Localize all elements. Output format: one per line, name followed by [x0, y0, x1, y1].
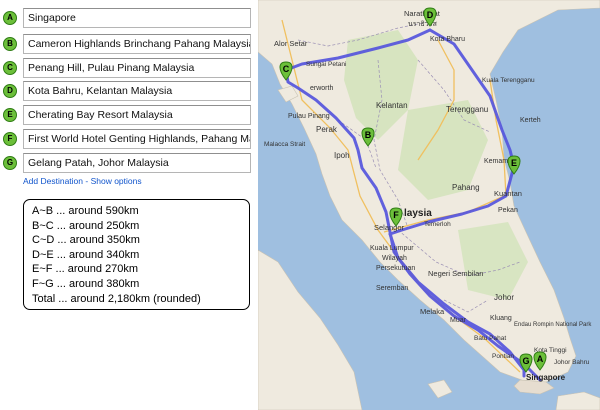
label-pekan: Pekan — [498, 207, 518, 214]
destination-marker-icon: F — [3, 132, 17, 146]
label-terengganu: Terengganu — [446, 105, 488, 114]
marker-b-letter: B — [365, 130, 372, 140]
label-kuantan: Kuantan — [494, 189, 522, 198]
destination-marker-icon: G — [3, 156, 17, 170]
destination-row: G Gelang Patah, Johor Malaysia — [3, 153, 253, 173]
label-ipoh: Ipoh — [334, 151, 350, 160]
distance-summary-box: A~B ... around 590km B~C ... around 250k… — [23, 199, 250, 310]
summary-line-a-b: A~B ... around 590km — [32, 205, 139, 217]
summary-line-e-f: E~F ... around 270km — [32, 263, 139, 276]
label-melaka: Melaka — [420, 307, 445, 316]
marker-g-letter: G — [522, 356, 529, 366]
add-destination-link[interactable]: Add Destination — [23, 176, 83, 186]
summary-line-b-c: B~C ... around 250km — [32, 219, 140, 232]
label-butterworth: erworth — [310, 85, 333, 92]
label-kota-bharu: Kota Bharu — [430, 36, 465, 43]
destination-row: D Kota Bahru, Kelantan Malaysia — [3, 81, 253, 101]
marker-f-letter: F — [393, 210, 399, 220]
summary-line-total: Total ... around 2,180km (rounded) — [32, 292, 201, 305]
destination-row: F First World Hotel Genting Highlands, Pa… — [3, 129, 253, 149]
destination-row: C Penang Hill, Pulau Pinang Malaysia — [3, 58, 253, 78]
label-johor: Johor — [494, 293, 514, 302]
links-separator: - — [83, 176, 91, 186]
label-pontian: Pontian — [492, 353, 514, 360]
label-johor-bahru: Johor Bahru — [554, 359, 590, 366]
marker-c-letter: C — [283, 64, 290, 74]
destination-marker-icon: D — [3, 84, 17, 98]
destination-input[interactable]: First World Hotel Genting Highlands, Pah… — [23, 129, 251, 149]
destination-row: A Singapore — [3, 8, 253, 28]
destination-marker-icon: E — [3, 108, 17, 122]
label-perak: Perak — [316, 125, 338, 134]
label-malacca-strait: Malacca Strait — [264, 141, 305, 148]
route-map[interactable]: Narathiwat นราธิวาส Kota Bharu Alor Seta… — [258, 0, 600, 410]
destination-marker-icon: B — [3, 37, 17, 51]
label-pulau-pinang: Pulau Pinang — [288, 113, 330, 120]
destination-input[interactable]: Kota Bahru, Kelantan Malaysia — [23, 81, 251, 101]
marker-e-letter: E — [511, 158, 517, 168]
destination-input[interactable]: Gelang Patah, Johor Malaysia — [23, 153, 251, 173]
summary-line-f-g: F~G ... around 380km — [32, 277, 140, 290]
summary-line-d-e: D~E ... around 340km — [32, 248, 140, 261]
destination-row: E Cherating Bay Resort Malaysia — [3, 105, 253, 125]
label-pahang: Pahang — [452, 183, 480, 192]
label-negeri-sembilan: Negeri Sembilan — [428, 269, 483, 278]
label-seremban: Seremban — [376, 285, 408, 292]
label-muar: Muar — [450, 317, 467, 324]
label-singapore: Singapore — [526, 373, 566, 382]
destination-row: B Cameron Highlands Brinchang Pahang Mala… — [3, 34, 253, 54]
marker-d-letter: D — [427, 10, 434, 20]
summary-line-c-d: C~D ... around 350km — [32, 234, 140, 247]
destination-marker-icon: A — [3, 11, 17, 25]
destination-input[interactable]: Cameron Highlands Brinchang Pahang Malay… — [23, 34, 251, 54]
label-persekutuan: Persekutuan — [376, 265, 415, 272]
destination-input[interactable]: Cherating Bay Resort Malaysia — [23, 105, 251, 125]
label-wilayah: Wilayah — [382, 255, 407, 262]
label-malaysia: laysia — [404, 208, 432, 219]
label-selangor: Selangor — [374, 223, 405, 232]
show-options-link[interactable]: Show options — [91, 176, 142, 186]
label-kelantan: Kelantan — [376, 101, 408, 110]
label-kuala-terengganu: Kuala Terengganu — [482, 77, 535, 84]
label-kerteh: Kerteh — [520, 117, 541, 124]
directions-panel: A Singapore B Cameron Highlands Brinchang P… — [0, 0, 258, 410]
destination-marker-icon: C — [3, 61, 17, 75]
label-kuala-lumpur: Kuala Lumpur — [370, 245, 414, 252]
label-kluang: Kluang — [490, 315, 512, 322]
map-canvas[interactable]: Narathiwat นราธิวาส Kota Bharu Alor Seta… — [258, 0, 600, 410]
destination-links: Add Destination - Show options — [23, 176, 142, 186]
label-alor-setar: Alor Setar — [274, 39, 308, 48]
label-temerloh: Temerloh — [424, 221, 451, 228]
marker-a-letter: A — [537, 354, 544, 364]
label-batu-pahat: Batu Pahat — [474, 335, 506, 342]
destination-input[interactable]: Penang Hill, Pulau Pinang Malaysia — [23, 58, 251, 78]
label-endau: Endau Rompin National Park — [514, 322, 592, 328]
destination-input[interactable]: Singapore — [23, 8, 251, 28]
label-sungai-petani: Sungai Petani — [306, 61, 346, 68]
